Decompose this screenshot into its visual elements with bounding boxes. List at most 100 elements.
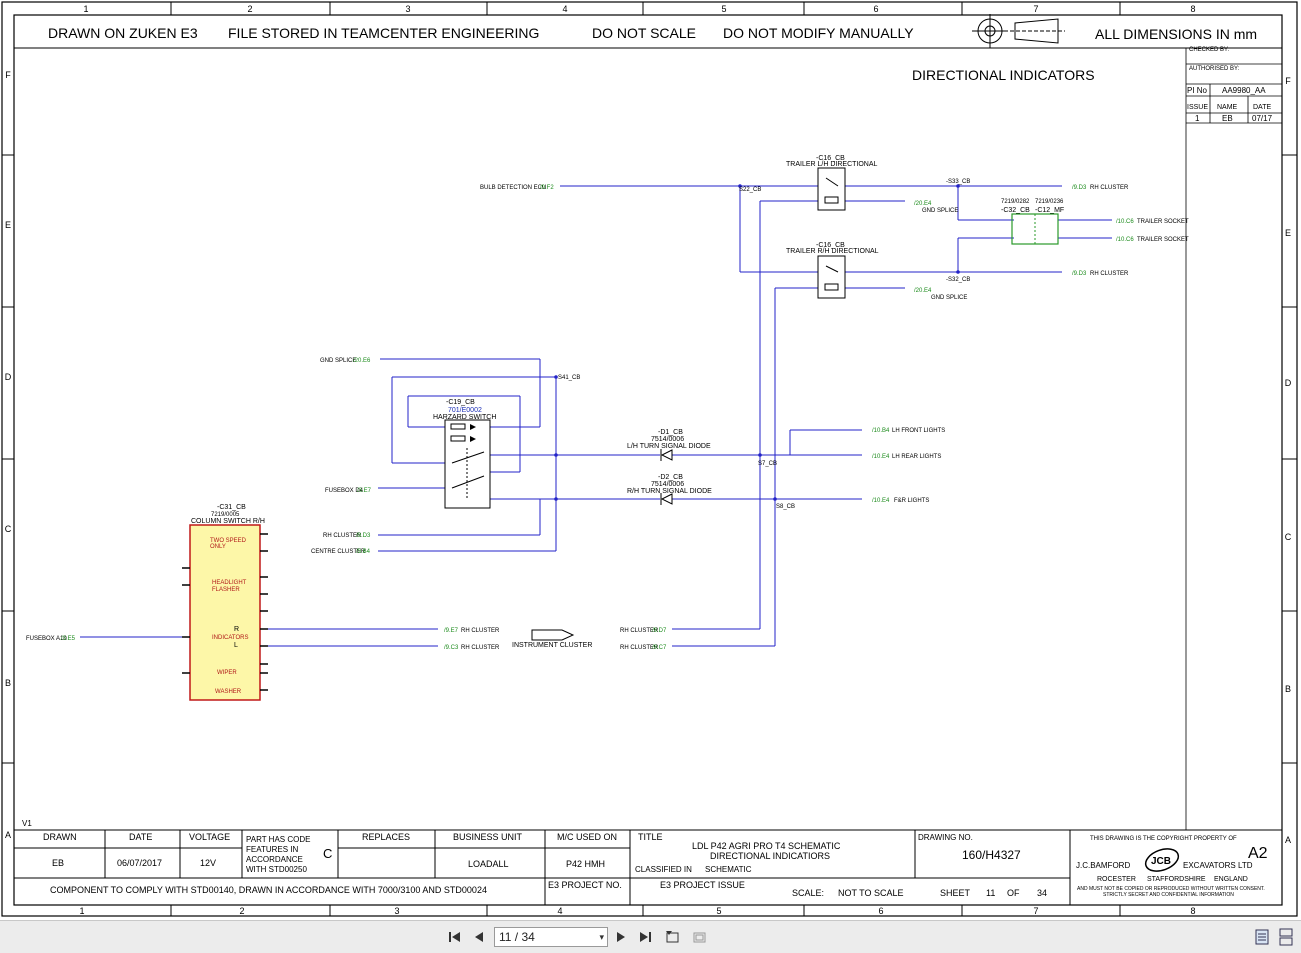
col-label: 3 xyxy=(405,4,410,14)
tb-copyright: THIS DRAWING IS THE COPYRIGHT PROPERTY O… xyxy=(1090,836,1237,842)
cs-l: L xyxy=(234,642,238,649)
tb-scale-label: SCALE: xyxy=(792,888,824,898)
c12-ref: -C12_MF xyxy=(1035,207,1064,214)
single-page-view-icon[interactable] xyxy=(1253,928,1271,946)
splice-s7: S7_CB xyxy=(758,461,777,467)
header-do-not-scale: DO NOT SCALE xyxy=(592,25,696,41)
conn-rh-cluster-d7-ref: /9.D7 xyxy=(652,628,667,634)
conn-gnd-splice-left-ref: /20.E6 xyxy=(353,358,371,364)
cs-washer: WASHER xyxy=(215,689,242,695)
c31-name: COLUMN SWITCH R/H xyxy=(191,518,265,525)
rev-name-value: EB xyxy=(1222,114,1233,123)
col-label: 2 xyxy=(247,4,252,14)
conn-fr-lights: F&R LIGHTS xyxy=(894,498,929,504)
c32-ref: -C32_CB xyxy=(1001,207,1030,214)
projection-symbol-icon xyxy=(972,14,1065,48)
instrument-cluster-label: INSTRUMENT CLUSTER xyxy=(512,642,592,649)
first-page-icon[interactable] xyxy=(446,928,464,946)
tb-drawing-no-value: 160/H4327 xyxy=(962,848,1021,862)
jcb-logo-text: JCB xyxy=(1151,856,1171,867)
c19-ref: -C19_CB xyxy=(446,399,475,406)
hazard-switch xyxy=(444,419,491,509)
tb-e3-project-no-label: E3 PROJECT NO. xyxy=(548,880,622,890)
cs-flasher: FLASHER xyxy=(212,587,240,593)
conn-lh-front: LH FRONT LIGHTS xyxy=(892,428,945,434)
back-view-icon[interactable] xyxy=(664,928,682,946)
tb-classified-label: CLASSIFIED IN xyxy=(635,865,692,874)
d2-name: R/H TURN SIGNAL DIODE xyxy=(627,488,712,495)
jcb-logo-icon: JCB xyxy=(1144,848,1180,872)
cs-wiper: WIPER xyxy=(217,670,237,676)
row-label: B xyxy=(1285,684,1291,694)
conn-centre-cluster-ref: /9.B4 xyxy=(356,549,371,555)
conn-trailer-socket-1-ref: /10.C6 xyxy=(1116,219,1134,225)
row-label: D xyxy=(1285,378,1292,388)
page-number-select[interactable]: 11 / 34 ▾ xyxy=(494,927,608,947)
tb-title-line2: DIRECTIONAL INDICATIORS xyxy=(710,851,830,861)
trailer-rh-relay xyxy=(817,255,846,299)
conn-bulb-ecu: BULB DETECTION ECU xyxy=(480,185,546,191)
tb-sheet-value: 11 xyxy=(986,888,995,898)
tb-part-code-1: PART HAS CODE xyxy=(246,835,310,844)
conn-gnd-splice-2: GND SPLICE xyxy=(931,295,967,301)
tb-voltage-value: 12V xyxy=(200,858,216,868)
rev-pi-value: AA9980_AA xyxy=(1222,86,1266,95)
col-label: 3 xyxy=(394,906,399,916)
conn-gnd-splice-1-ref: /20.E4 xyxy=(914,201,932,207)
row-label: C xyxy=(1285,532,1292,542)
tb-company-left: J.C.BAMFORD xyxy=(1076,861,1130,870)
conn-rh-cluster-c7-ref: /9.C7 xyxy=(652,645,667,651)
row-label: D xyxy=(5,372,12,382)
conn-lh-rear: LH REAR LIGHTS xyxy=(892,454,941,460)
conn-rh-cluster-2-ref: /9.D3 xyxy=(1072,271,1087,277)
forward-view-icon[interactable] xyxy=(690,928,708,946)
header-file-stored: FILE STORED IN TEAMCENTER ENGINEERING xyxy=(228,25,539,41)
conn-gnd-splice-1: GND SPLICE xyxy=(922,208,958,214)
last-page-icon[interactable] xyxy=(636,928,654,946)
viewer-toolbar: 11 / 34 ▾ xyxy=(0,920,1301,953)
header-drawn-on: DRAWN ON ZUKEN E3 xyxy=(48,25,198,41)
rev-date-label: DATE xyxy=(1253,104,1271,111)
col-label: 8 xyxy=(1190,4,1195,14)
row-label: B xyxy=(5,678,11,688)
col-label: 1 xyxy=(83,4,88,14)
rev-authorised-by: AUTHORISED BY: xyxy=(1189,66,1240,72)
conn-rh-cluster-1-ref: /9.D3 xyxy=(1072,185,1087,191)
row-label: E xyxy=(1285,228,1291,238)
schematic-sheet: 1 2 3 4 5 6 7 8 1 2 3 4 5 6 7 8 F E D C … xyxy=(0,0,1301,920)
schematic-drawing: 1 2 3 4 5 6 7 8 1 2 3 4 5 6 7 8 F E D C … xyxy=(1,1,1298,917)
header-all-dimensions: ALL DIMENSIONS IN mm xyxy=(1095,26,1257,42)
tb-notice2: STRICTLY SECRET AND CONFIDENTIAL INFORMA… xyxy=(1103,892,1234,898)
col-label: 6 xyxy=(873,4,878,14)
next-page-icon[interactable] xyxy=(612,928,630,946)
instrument-cluster-arrow-icon xyxy=(531,629,575,641)
row-label: E xyxy=(5,220,11,230)
col-label: 5 xyxy=(721,4,726,14)
conn-lh-rear-ref: /10.E4 xyxy=(872,454,890,460)
conn-trailer-socket-1: TRAILER SOCKET xyxy=(1137,219,1189,225)
c16-lh-name: TRAILER L/H DIRECTIONAL xyxy=(786,161,878,168)
tb-replaces-label: REPLACES xyxy=(362,832,410,842)
tb-drawn-value: EB xyxy=(52,858,64,868)
conn-rh-cluster-e7: RH CLUSTER xyxy=(461,628,500,634)
conn-trailer-socket-2-ref: /10.C6 xyxy=(1116,237,1134,243)
d2-part: 7514/0006 xyxy=(651,481,684,488)
conn-rh-cluster-1: RH CLUSTER xyxy=(1090,185,1129,191)
previous-page-icon[interactable] xyxy=(470,928,488,946)
conn-bulb-ecu-ref: /9.F2 xyxy=(540,185,554,191)
tb-e3-project-issue-label: E3 PROJECT ISSUE xyxy=(660,880,745,890)
tb-loc3: ENGLAND xyxy=(1214,876,1248,883)
splice-s41: S41_CB xyxy=(558,375,580,381)
c32-part: 7219/0282 xyxy=(1001,199,1030,205)
conn-gnd-splice-2-ref: /20.E4 xyxy=(914,288,932,294)
cs-r: R xyxy=(234,626,239,633)
splice-s22: S22_CB xyxy=(739,187,761,193)
cs-indicators: INDICATORS xyxy=(212,635,248,641)
tb-scale-value: NOT TO SCALE xyxy=(838,888,904,898)
page-indicator: 11 / 34 xyxy=(499,930,535,944)
rev-checked-by: CHECKED BY: xyxy=(1189,47,1230,53)
continuous-view-icon[interactable] xyxy=(1277,928,1295,946)
tb-of-label: OF xyxy=(1007,888,1020,898)
rev-pi-label: PI No xyxy=(1187,86,1208,95)
cs-headlight: HEADLIGHT xyxy=(212,580,247,586)
